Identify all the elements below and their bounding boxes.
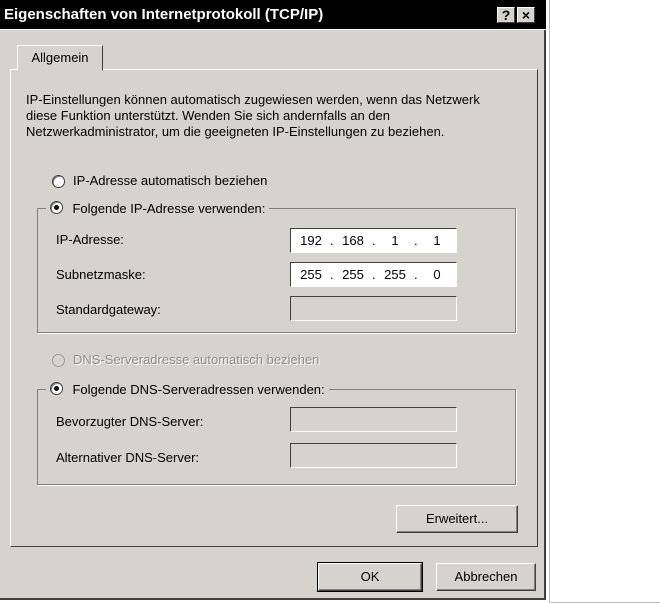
- dns-auto-radio[interactable]: [52, 354, 65, 367]
- help-button[interactable]: ?: [497, 7, 515, 23]
- dns-manual-radio[interactable]: [50, 382, 63, 396]
- ok-button[interactable]: OK: [317, 562, 423, 592]
- gateway-input[interactable]: [290, 296, 457, 321]
- advanced-button[interactable]: Erweitert...: [396, 505, 518, 533]
- radio-dot-icon: [54, 205, 59, 211]
- alternate-dns-input[interactable]: [290, 443, 457, 468]
- preferred-dns-label: Bevorzugter DNS-Server:: [56, 414, 204, 429]
- alternate-dns-label: Alternativer DNS-Server:: [56, 450, 200, 465]
- subnet-octet-3[interactable]: 255: [378, 267, 412, 282]
- octet-separator: .: [414, 267, 418, 282]
- radio-dot-icon: [54, 386, 59, 392]
- octet-separator: .: [414, 233, 418, 248]
- ip-octet-2[interactable]: 168: [336, 233, 370, 248]
- ip-manual-option: Folgende IP-Adresse verwenden:: [46, 200, 270, 218]
- dns-manual-label[interactable]: Folgende DNS-Serveradressen verwenden:: [72, 382, 324, 397]
- ip-auto-label[interactable]: IP-Adresse automatisch beziehen: [73, 173, 267, 188]
- subnet-mask-input[interactable]: 255 . 255 . 255 . 0: [290, 262, 457, 287]
- cancel-button[interactable]: Abbrechen: [436, 563, 536, 591]
- dns-group-box: [37, 389, 516, 485]
- ip-manual-radio[interactable]: [50, 201, 63, 215]
- tcpip-properties-dialog: Eigenschaften von Internetprotokoll (TCP…: [0, 0, 546, 600]
- ip-octet-4[interactable]: 1: [420, 233, 454, 248]
- close-button[interactable]: ×: [517, 7, 535, 23]
- window-title: Eigenschaften von Internetprotokoll (TCP…: [4, 6, 324, 23]
- subnet-mask-label: Subnetzmaske:: [56, 267, 146, 282]
- dns-manual-option: Folgende DNS-Serveradressen verwenden:: [46, 381, 329, 399]
- octet-separator: .: [372, 267, 376, 282]
- subnet-octet-1[interactable]: 255: [294, 267, 328, 282]
- subnet-octet-4[interactable]: 0: [420, 267, 454, 282]
- octet-separator: .: [330, 267, 334, 282]
- title-bar[interactable]: Eigenschaften von Internetprotokoll (TCP…: [0, 0, 546, 30]
- subnet-octet-2[interactable]: 255: [336, 267, 370, 282]
- ip-address-label: IP-Adresse:: [56, 232, 124, 247]
- octet-separator: .: [372, 233, 376, 248]
- preferred-dns-input[interactable]: [290, 407, 457, 432]
- gateway-label: Standardgateway:: [56, 302, 161, 317]
- ip-octet-1[interactable]: 192: [294, 233, 328, 248]
- ip-auto-radio[interactable]: [52, 175, 65, 188]
- ip-address-input[interactable]: 192 . 168 . 1 . 1: [290, 228, 457, 253]
- ip-octet-3[interactable]: 1: [378, 233, 412, 248]
- dns-auto-label[interactable]: DNS-Serveradresse automatisch beziehen: [73, 352, 319, 367]
- page-frame: [549, 0, 660, 603]
- octet-separator: .: [330, 233, 334, 248]
- ip-manual-label[interactable]: Folgende IP-Adresse verwenden:: [72, 201, 265, 216]
- intro-text: IP-Einstellungen können automatisch zuge…: [26, 92, 480, 139]
- tab-allgemein[interactable]: Allgemein: [17, 45, 103, 71]
